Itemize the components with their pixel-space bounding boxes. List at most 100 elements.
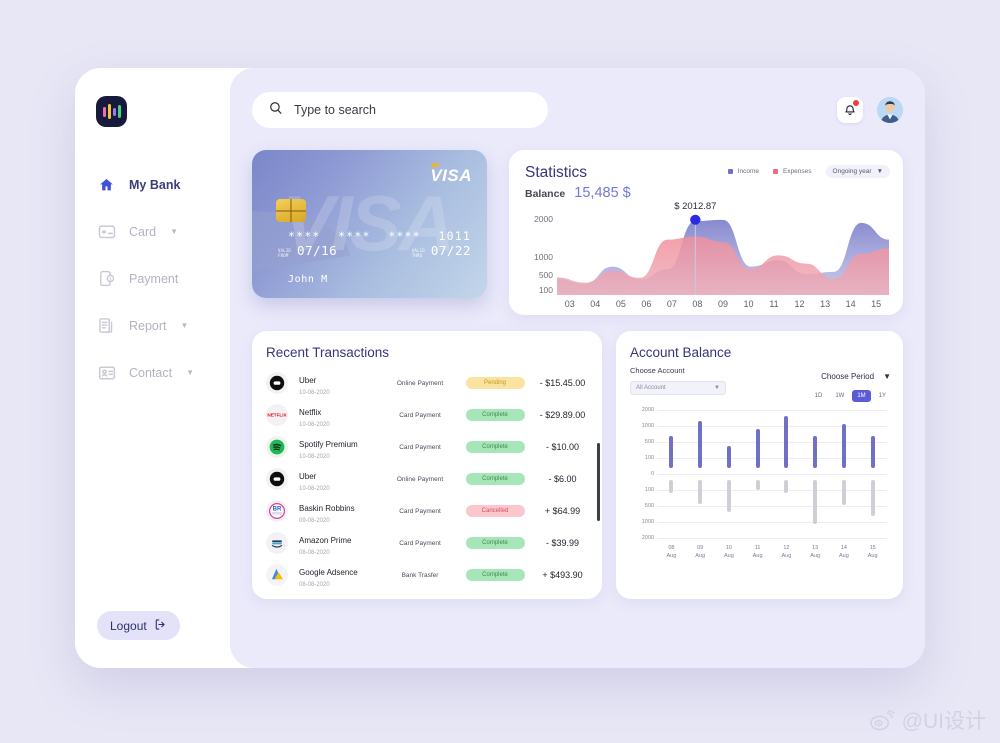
- valid-thru-label: VALID THRU: [411, 248, 425, 258]
- transactions-scrollbar[interactable]: [597, 443, 600, 521]
- contact-icon: [97, 364, 116, 382]
- card-number: **** **** **** 1011: [288, 229, 471, 243]
- transaction-date: 10-08-2020: [299, 422, 330, 428]
- bar-debit: [784, 480, 789, 494]
- transaction-status-cell: Pending: [457, 377, 533, 389]
- bar-y-tick-label: 100: [644, 455, 654, 461]
- sidebar-item-card[interactable]: Card ▼: [75, 208, 230, 255]
- bar-column: [686, 410, 715, 538]
- bar-y-tick-label: 2000: [641, 535, 654, 541]
- transaction-amount: - $15.45.00: [539, 378, 586, 388]
- transaction-merchant: Netflix: [299, 408, 322, 417]
- notifications-button[interactable]: [837, 97, 863, 123]
- amazon-prime-icon: [266, 532, 288, 554]
- table-row[interactable]: Google Adsence 08-08-2020 Bank Trasfer Comp…: [266, 559, 592, 591]
- transaction-merchant: Uber: [299, 472, 317, 481]
- table-row[interactable]: Amazon Prime 08-08-2020 Card Payment Comple…: [266, 527, 592, 559]
- bar-y-tick-label: 500: [644, 439, 654, 445]
- bar-x-tick-label: 08 Aug: [666, 544, 677, 559]
- bar-y-tick-label: 0: [650, 471, 654, 477]
- status-badge: Complete: [465, 537, 525, 549]
- period-select[interactable]: Choose Period ▼: [821, 372, 891, 381]
- chevron-down-icon[interactable]: ▼: [181, 321, 189, 330]
- bar-chart-plot: [657, 410, 887, 539]
- x-tick-label: 06: [641, 299, 652, 309]
- bar-debit: [669, 480, 674, 494]
- bar-debit: [726, 480, 731, 513]
- period-option-1y[interactable]: 1Y: [874, 390, 891, 402]
- transaction-merchant-cell: Uber 10-08-2020: [288, 466, 383, 492]
- sidebar-item-label: Report: [129, 318, 167, 333]
- legend-swatch: [772, 169, 778, 174]
- bar-chart-x-axis: 08 Aug 09 Aug 10 Aug 11 Aug 12 Aug 13 Aug 14 Aug 15 Aug: [657, 544, 887, 561]
- home-icon: [97, 176, 116, 194]
- credit-card[interactable]: VISA VISA **** **** **** 1011 VALID FROM …: [252, 150, 487, 298]
- account-select[interactable]: All Account ▼: [630, 381, 726, 395]
- bar-credit: [841, 424, 846, 468]
- bar-credit: [755, 429, 760, 468]
- x-tick-label: 10: [743, 299, 754, 309]
- x-tick-label: 08: [692, 299, 703, 309]
- chevron-down-icon: ▼: [714, 385, 720, 391]
- ongoing-year-dropdown[interactable]: Ongoing year ▼: [825, 165, 890, 178]
- transaction-merchant: Uber: [299, 376, 317, 385]
- table-row[interactable]: Spotify Premium 10-08-2020 Card Payment Com…: [266, 431, 592, 463]
- period-option-1d[interactable]: 1D: [810, 390, 828, 402]
- bar-x-tick-label: 10 Aug: [723, 544, 734, 559]
- sidebar-item-label: Contact: [129, 365, 173, 380]
- table-row[interactable]: Uber 10-08-2020 Online Payment Pending - $15…: [266, 367, 592, 399]
- sidebar-item-report[interactable]: Report ▼: [75, 302, 230, 349]
- sidebar-item-contact[interactable]: Contact ▼: [75, 349, 230, 396]
- transaction-type: Card Payment: [399, 411, 441, 419]
- period-option-1m[interactable]: 1M: [852, 390, 871, 402]
- visa-logo: VISA: [430, 166, 472, 185]
- sidebar-item-payment[interactable]: $ Payment: [75, 255, 230, 302]
- chevron-down-icon: ▼: [876, 168, 883, 175]
- bar-y-tick-label: 1000: [641, 423, 654, 429]
- valid-from-value: 07/16: [297, 243, 338, 258]
- transaction-amount: + $64.99: [544, 506, 581, 516]
- transaction-date: 08-08-2020: [299, 550, 330, 556]
- table-row[interactable]: Uber 10-08-2020 Online Payment Complete - $6…: [266, 463, 592, 495]
- account-balance-title: Account Balance: [630, 345, 732, 360]
- table-row[interactable]: NETFLIX Netflix 10-08-2020 Card Payment Comp…: [266, 399, 592, 431]
- transaction-type: Card Payment: [399, 539, 441, 547]
- transaction-merchant: Baskin Robbins: [299, 504, 355, 513]
- chevron-down-icon[interactable]: ▼: [170, 227, 178, 236]
- logout-label: Logout: [110, 618, 147, 633]
- status-badge: Complete: [465, 569, 525, 581]
- period-toggle-group: 1D 1W 1M 1Y: [810, 390, 891, 402]
- bar-debit: [813, 480, 818, 524]
- sidebar-item-my-bank[interactable]: My Bank: [75, 161, 230, 208]
- user-avatar[interactable]: [877, 97, 903, 123]
- card-number-group: ****: [338, 229, 371, 243]
- valid-from-label: VALID FROM: [278, 248, 292, 258]
- card-number-group: 1011: [438, 229, 471, 243]
- transaction-merchant: Google Adsence: [299, 568, 358, 577]
- transaction-amount: + $493.90: [542, 570, 583, 580]
- bar-column: [657, 410, 686, 538]
- transaction-date: 10-08-2020: [299, 454, 330, 460]
- logout-button[interactable]: Logout: [97, 611, 180, 640]
- chevron-down-icon: ▼: [883, 372, 891, 381]
- statistics-chart: 2000 1000 500 100 03 04 05 06 07 08 09 1…: [525, 201, 889, 309]
- statistics-panel: Statistics Balance 15,485 $ Income Expen…: [509, 150, 903, 315]
- search-bar[interactable]: [252, 92, 548, 128]
- x-tick-label: 12: [794, 299, 805, 309]
- search-input[interactable]: [294, 103, 531, 117]
- x-tick-label: 11: [769, 299, 779, 309]
- chevron-down-icon[interactable]: ▼: [186, 368, 194, 377]
- statistics-balance: Balance 15,485 $: [525, 185, 889, 201]
- table-row[interactable]: BR Baskin Robbins 09-08-2020 Card Payment Ca…: [266, 495, 592, 527]
- sidebar-nav: My Bank Card ▼ $ Payment Report ▼ Contac…: [75, 161, 230, 396]
- status-badge: Pending: [465, 377, 525, 389]
- card-icon: [97, 223, 116, 241]
- x-tick-label: 04: [590, 299, 601, 309]
- transaction-merchant-cell: Spotify Premium 10-08-2020: [288, 434, 383, 460]
- bar-credit: [813, 435, 818, 468]
- x-tick-label: 09: [717, 299, 728, 309]
- bar-credit: [726, 446, 731, 468]
- bank-logo[interactable]: [96, 96, 127, 127]
- choose-account-label: Choose Account: [630, 366, 685, 375]
- period-option-1w[interactable]: 1W: [830, 390, 849, 402]
